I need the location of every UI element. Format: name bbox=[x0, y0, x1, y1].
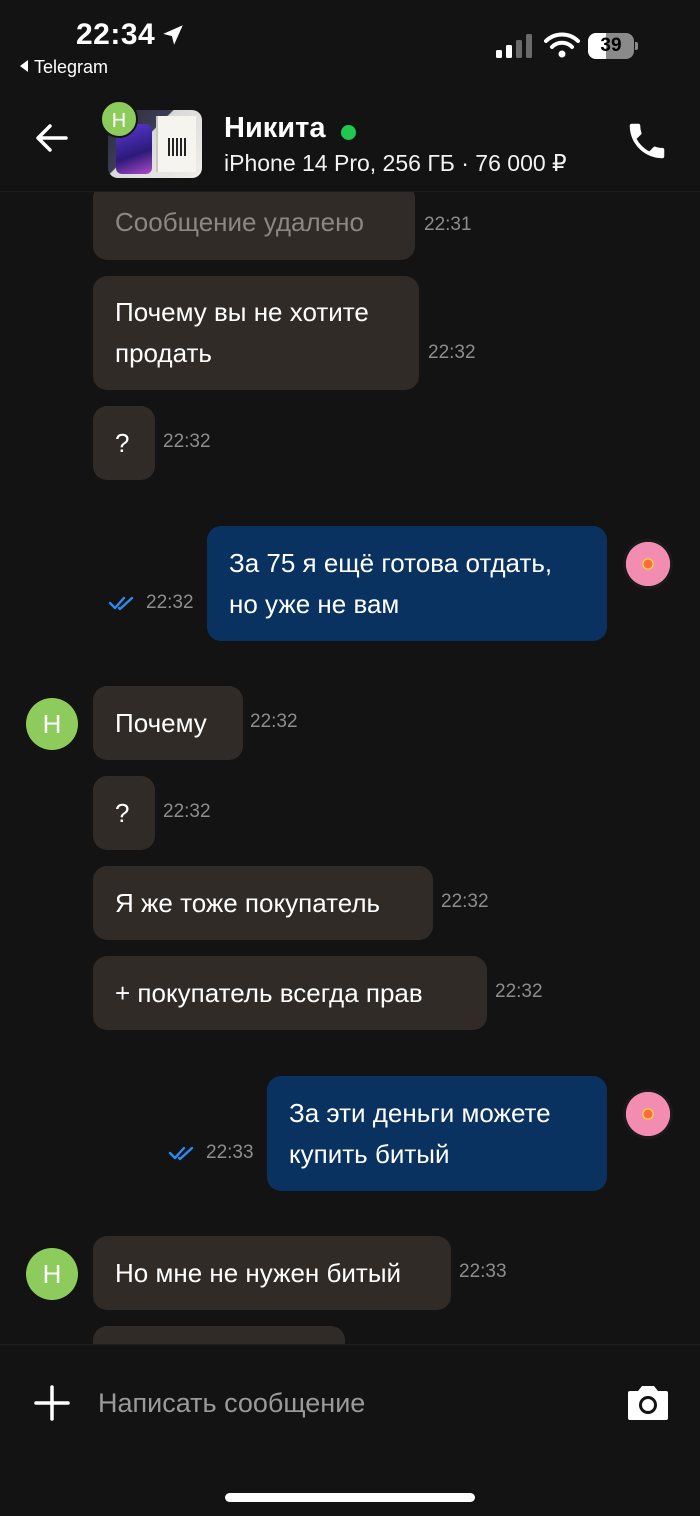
message-time: 22:32 bbox=[146, 592, 194, 613]
message-text: Но мне не нужен битый bbox=[115, 1257, 402, 1288]
contact-avatar[interactable]: Н bbox=[26, 698, 78, 750]
listing-title[interactable]: iPhone 14 Pro, 256 ГБ · 76 000 ₽ bbox=[224, 150, 567, 177]
wifi-icon bbox=[544, 32, 580, 58]
message-text: За 75 я ещё готова отдать, но уже не вам bbox=[229, 547, 553, 619]
message-time: 22:32 bbox=[163, 431, 211, 452]
message-bubble-incoming[interactable]: Сообщение удалено bbox=[93, 192, 415, 260]
message-time: 22:32 bbox=[163, 801, 211, 822]
message-text: Я же тоже покупатель bbox=[115, 887, 381, 918]
message-time: 22:32 bbox=[250, 711, 298, 732]
back-app-label: Telegram bbox=[34, 57, 109, 77]
plus-icon[interactable] bbox=[32, 1383, 72, 1423]
battery-level: 39 bbox=[600, 35, 622, 56]
message-text: ? bbox=[115, 427, 130, 458]
status-time: 22:34 bbox=[76, 18, 156, 51]
message-bubble-incoming[interactable]: Я же тоже покупатель bbox=[93, 866, 433, 940]
message-composer bbox=[0, 1344, 700, 1516]
message-bubble-incoming[interactable]: ? bbox=[93, 776, 155, 850]
message-bubble-incoming[interactable]: Но мне не нужен битый bbox=[93, 1236, 451, 1310]
message-list[interactable]: Сообщение удалено 22:31 Почему вы не хот… bbox=[0, 192, 700, 1344]
cellular-signal-icon bbox=[496, 34, 532, 58]
my-avatar[interactable] bbox=[623, 539, 673, 589]
contact-avatar[interactable]: Н bbox=[26, 1248, 78, 1300]
read-receipt-icon bbox=[168, 1146, 194, 1161]
battery-indicator: 39 bbox=[588, 33, 638, 59]
back-to-app-link[interactable]: Telegram bbox=[20, 57, 108, 78]
status-bar: 22:34 Telegram 39 bbox=[0, 0, 700, 92]
message-text: ? bbox=[115, 797, 130, 828]
message-time: 22:31 bbox=[424, 214, 472, 235]
home-indicator[interactable] bbox=[225, 1493, 475, 1502]
message-bubble-incoming[interactable]: Почему вы не хотите продать bbox=[93, 276, 419, 390]
back-arrow-icon[interactable] bbox=[30, 116, 74, 160]
message-bubble-incoming[interactable]: Почему bbox=[93, 686, 243, 760]
contact-name[interactable]: Никита bbox=[224, 112, 325, 145]
phone-call-icon[interactable] bbox=[624, 118, 670, 164]
read-receipt-icon bbox=[108, 596, 134, 611]
back-triangle-icon bbox=[20, 60, 28, 72]
message-text: Сообщение удалено bbox=[115, 206, 364, 237]
battery-body: 39 bbox=[588, 33, 634, 59]
message-time: 22:33 bbox=[206, 1142, 254, 1163]
message-bubble-incoming[interactable]: + покупатель всегда прав bbox=[93, 956, 487, 1030]
message-text: + покупатель всегда прав bbox=[115, 977, 423, 1008]
contact-avatar-badge: Н bbox=[100, 100, 138, 138]
my-avatar[interactable] bbox=[623, 1089, 673, 1139]
message-time: 22:32 bbox=[495, 981, 543, 1002]
message-text: За эти деньги можете купить битый bbox=[289, 1097, 551, 1169]
online-status-dot bbox=[341, 125, 356, 140]
message-time: 22:32 bbox=[428, 342, 476, 363]
message-time: 22:33 bbox=[459, 1261, 507, 1282]
message-time: 22:32 bbox=[441, 891, 489, 912]
camera-icon[interactable] bbox=[624, 1383, 672, 1423]
message-input[interactable] bbox=[98, 1379, 598, 1427]
location-arrow-icon bbox=[163, 25, 183, 45]
message-bubble-outgoing[interactable]: За эти деньги можете купить битый bbox=[267, 1076, 607, 1191]
battery-tip bbox=[635, 42, 638, 50]
message-bubble-incoming[interactable]: ? bbox=[93, 406, 155, 480]
chat-header: Н Никита iPhone 14 Pro, 256 ГБ · 76 000 … bbox=[0, 92, 700, 192]
message-text: Почему вы не хотите продать bbox=[115, 297, 369, 368]
message-text: Почему bbox=[115, 707, 207, 738]
message-bubble-incoming-partial[interactable] bbox=[93, 1326, 345, 1344]
message-bubble-outgoing[interactable]: За 75 я ещё готова отдать, но уже не вам bbox=[207, 526, 607, 641]
thumbnail-barcode-image bbox=[168, 138, 186, 156]
